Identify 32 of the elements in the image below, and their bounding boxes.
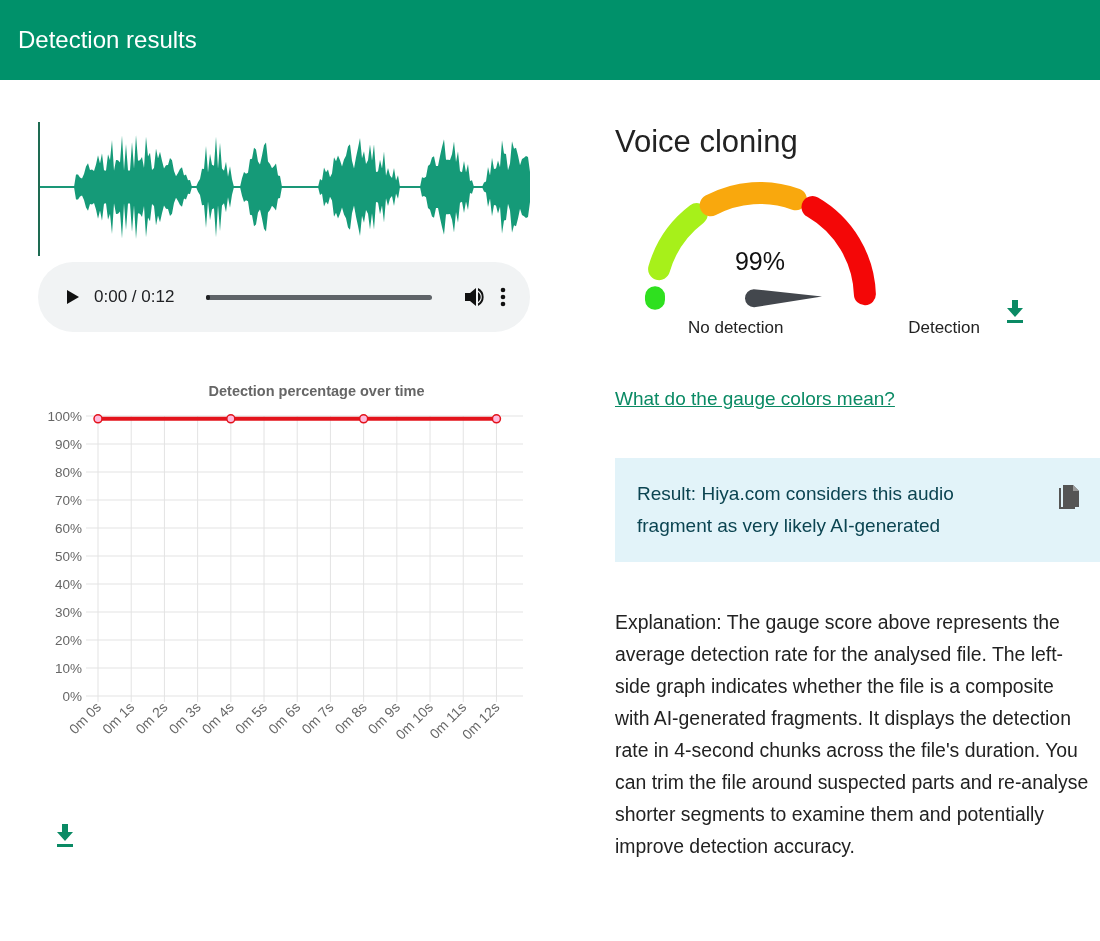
y-axis-label: 40% bbox=[54, 577, 82, 592]
y-axis-label: 90% bbox=[54, 437, 82, 452]
chart-title: Detection percentage over time bbox=[208, 383, 425, 399]
section-title: Voice cloning bbox=[615, 124, 799, 160]
playback-time: 0:00 / 0:12 bbox=[94, 287, 175, 307]
seek-slider[interactable] bbox=[206, 294, 432, 300]
y-axis-label: 100% bbox=[47, 409, 82, 424]
gauge-min-label: No detection bbox=[688, 318, 784, 338]
y-axis-label: 70% bbox=[54, 493, 82, 508]
y-axis-label: 60% bbox=[54, 521, 82, 536]
download-icon[interactable] bbox=[56, 824, 74, 848]
result-text: Result: Hiya.com considers this audio fragment as very likely AI-generated bbox=[637, 482, 955, 538]
page-title: Detection results bbox=[18, 26, 197, 54]
copy-icon[interactable] bbox=[1056, 484, 1080, 512]
download-icon[interactable] bbox=[1006, 300, 1024, 324]
data-point bbox=[93, 414, 103, 424]
data-point bbox=[491, 414, 502, 424]
y-axis-label: 50% bbox=[54, 549, 82, 564]
more-icon[interactable] bbox=[500, 287, 506, 307]
data-point bbox=[226, 414, 236, 424]
play-icon[interactable] bbox=[66, 289, 80, 305]
explanation-text: Explanation: The gauge score above represents the average detection rate for the analysed file. The left-side graph indicates whether the file is a composite with AI-generated fragments. It displays the detection rate in 4-second chunks across the file's duration. You can trim the file around suspected parts and re-analyse shorter segments to examine them and potentially improve detection accuracy. bbox=[615, 610, 1090, 859]
volume-icon[interactable] bbox=[464, 287, 486, 307]
y-axis-label: 0% bbox=[62, 689, 82, 704]
y-axis-label: 80% bbox=[54, 465, 82, 480]
gauge-max-label: Detection bbox=[908, 318, 980, 338]
gauge-colors-link[interactable]: What do the gauge colors mean? bbox=[615, 388, 895, 410]
y-axis-label: 20% bbox=[54, 633, 82, 648]
data-point bbox=[358, 414, 369, 424]
y-axis-label: 30% bbox=[54, 605, 82, 620]
gauge-reading: 99% bbox=[735, 247, 785, 275]
y-axis-label: 10% bbox=[54, 661, 82, 676]
